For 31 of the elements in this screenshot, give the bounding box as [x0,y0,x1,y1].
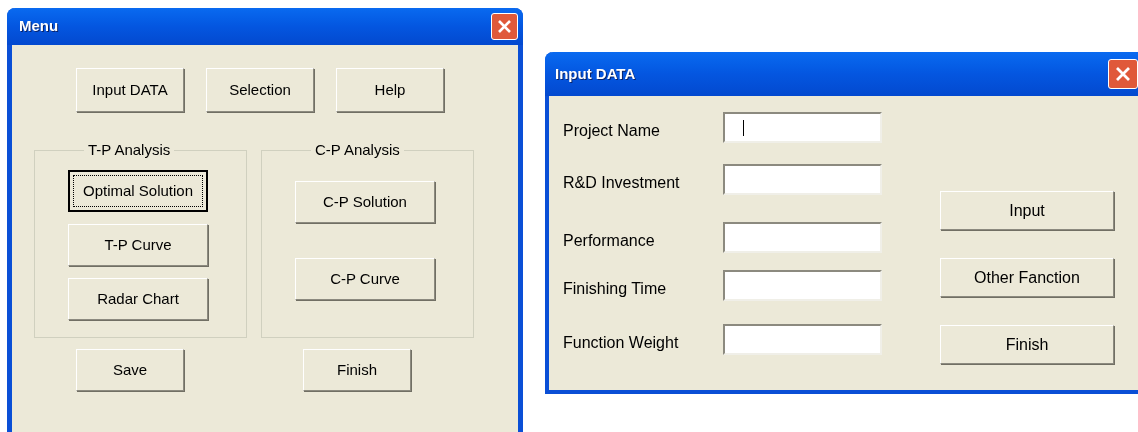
field-label: Finishing Time [563,278,668,299]
field-label: Function Weight [563,332,680,353]
input-field[interactable] [723,112,882,143]
input-field[interactable] [723,270,882,301]
dialog-button[interactable]: Optimal Solution [68,170,208,212]
dialog-button[interactable]: C-P Curve [295,258,435,300]
close-button[interactable] [491,13,518,40]
input-field[interactable] [723,324,882,355]
dialog-button[interactable]: Input DATA [76,68,184,112]
dialog-button[interactable]: Input [940,191,1114,230]
dialog-button[interactable]: T-P Curve [68,224,208,266]
dialog-button[interactable]: Radar Chart [68,278,208,320]
close-icon [497,19,512,34]
dialog-button[interactable]: Finish [940,325,1114,364]
field-label: Project Name [563,120,661,141]
close-button[interactable] [1108,59,1138,89]
dialog-button[interactable]: Help [336,68,444,112]
group-title: T-P Analysis [87,142,172,158]
dialog-button[interactable]: Selection [206,68,314,112]
dialog-button[interactable]: C-P Solution [295,181,435,223]
window-title: Menu [19,16,59,37]
dialog-button[interactable]: Finish [303,349,411,391]
window-title: Input DATA [555,63,636,84]
dialog-button[interactable]: Save [76,349,184,391]
field-label: Performance [563,230,656,251]
input-field[interactable] [723,164,882,195]
close-icon [1115,66,1131,82]
field-label: R&D Investment [563,172,681,193]
dialog-button[interactable]: Other Fanction [940,258,1114,297]
input-field[interactable] [723,222,882,253]
group-title: C-P Analysis [314,142,401,158]
